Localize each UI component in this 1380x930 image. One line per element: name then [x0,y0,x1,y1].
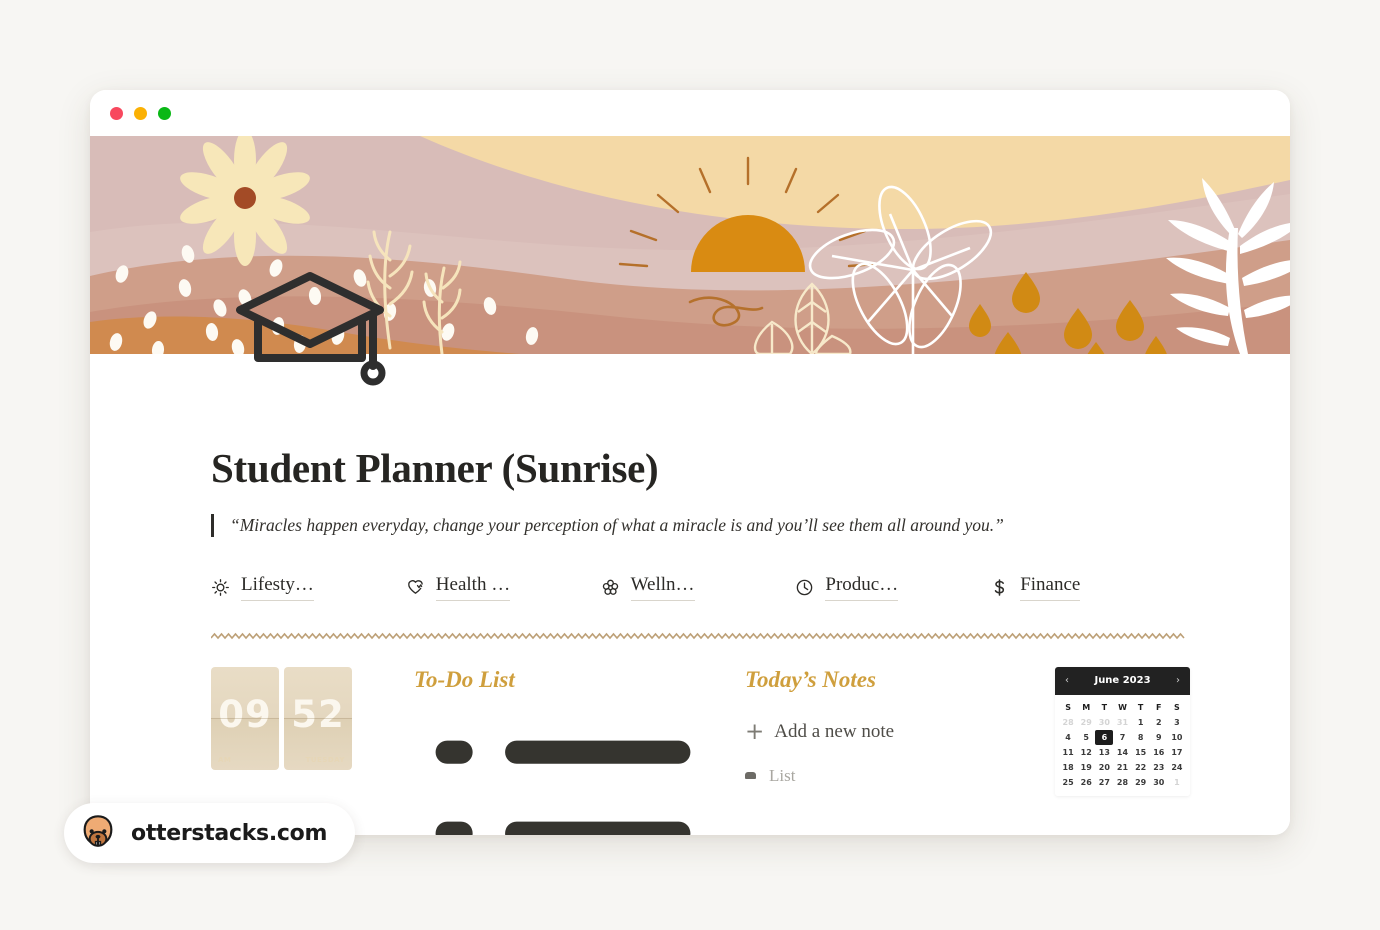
calendar-weekday: M [1082,702,1091,712]
plus-icon: + [745,718,765,745]
nav-item-health[interactable]: Health … [406,574,601,601]
calendar-weekday: F [1156,702,1162,712]
calendar-day[interactable]: 12 [1077,745,1095,760]
calendar-day[interactable]: 30 [1095,715,1113,730]
calendar-day-grid: 28 29 30 31 1 2 3 4 5 6 7 8 9 10 11 12 13 14 15 16 17 18 19 20 2… [1059,715,1186,790]
calendar-day[interactable]: 1 [1132,715,1150,730]
clock-minutes-card: 52 TUESDAY [284,666,352,770]
calendar-weekday: W [1118,702,1127,712]
nav-item-wellness[interactable]: Welln… [601,574,796,601]
list-view-icon[interactable] [424,729,702,835]
calendar-day[interactable]: 11 [1059,745,1077,760]
calendar-weekday: T [1101,702,1108,712]
window-maximize-button[interactable] [158,106,171,120]
chevron-right-icon[interactable]: › [1174,675,1182,686]
calendar-day[interactable]: 19 [1077,760,1095,775]
calendar-day[interactable]: 28 [1059,715,1077,730]
quote-text: “Miracles happen everyday, change your p… [230,515,1004,535]
nav-label: Health … [435,574,511,601]
calendar-weekday: T [1137,702,1144,712]
watermark-badge: otterstacks.com [64,803,356,863]
nav-item-productivity[interactable]: Produc… [795,574,990,601]
todo-heading: To-Do List [414,666,515,692]
graduation-cap-icon [230,266,390,396]
calendar-day[interactable]: 20 [1095,760,1113,775]
notes-heading: Today’s Notes [745,666,876,692]
flower-cluster-icon [601,578,620,597]
clock-hours: 09 [218,692,272,736]
add-note-label: Add a new note [774,721,895,743]
calendar-day[interactable]: 22 [1132,760,1150,775]
clock-weekday: TUESDAY [305,755,345,764]
sun-icon [211,578,230,597]
calendar-day[interactable]: 13 [1095,745,1113,760]
window-close-button[interactable] [110,106,123,120]
widgets-row: 09 AM 52 TUESDAY To-Do List Today’s Note… [211,666,1190,835]
calendar-day[interactable]: 21 [1113,760,1131,775]
todo-toolbar [414,729,702,835]
calendar-weekday-row: SMTWTFS [1059,700,1186,715]
calendar-day[interactable]: 8 [1132,730,1150,745]
calendar-weekday: S [1065,702,1071,712]
page-content: Student Planner (Sunrise) “Miracles happ… [90,272,1290,835]
calendar-day[interactable]: 15 [1132,745,1150,760]
calendar-day[interactable]: 10 [1168,730,1186,745]
calendar-day[interactable]: 5 [1077,730,1095,745]
clock-meridiem: AM [218,755,232,764]
wavy-divider [211,631,1185,641]
calendar-body: SMTWTFS 28 29 30 31 1 2 3 4 5 6 7 8 9 10 11 12 13 14 15 16 1… [1055,694,1190,796]
clock-minutes: 52 [291,692,345,736]
browser-window: Student Planner (Sunrise) “Miracles happ… [90,90,1290,835]
calendar-day[interactable]: 25 [1059,775,1077,790]
todo-section: To-Do List [414,667,702,835]
calendar-weekday: S [1174,702,1180,712]
calendar-day[interactable]: 17 [1168,745,1186,760]
calendar-day[interactable]: 9 [1150,730,1168,745]
calendar-day[interactable]: 3 [1168,715,1186,730]
add-note-button[interactable]: + Add a new note [745,718,995,745]
nav-item-finance[interactable]: Finance [990,574,1185,601]
bullet-icon [745,772,756,780]
calendar-day[interactable]: 1 [1168,775,1186,790]
watermark-text: otterstacks.com [131,820,328,846]
nav-label: Welln… [630,574,695,601]
nav-label: Finance [1020,574,1081,601]
note-list-item[interactable]: List [745,766,995,786]
calendar-day-selected[interactable]: 6 [1095,729,1114,745]
calendar-header: ‹ June 2023 › [1055,666,1190,695]
notes-section: Today’s Notes + Add a new note List [745,667,995,786]
calendar-day[interactable]: 31 [1113,715,1131,730]
calendar-day[interactable]: 4 [1059,730,1077,745]
calendar-day[interactable]: 7 [1113,730,1131,745]
otter-face-logo [78,813,118,853]
chevron-left-icon[interactable]: ‹ [1063,675,1071,686]
calendar-day[interactable]: 23 [1150,760,1168,775]
heart-pulse-icon [406,578,425,597]
calendar-day[interactable]: 28 [1113,775,1131,790]
quote-block: “Miracles happen everyday, change your p… [211,514,1185,537]
calendar-widget: ‹ June 2023 › SMTWTFS 28 29 30 31 1 2 3 4 5 6 7 8 9 1… [1055,666,1190,796]
calendar-day[interactable]: 24 [1168,760,1186,775]
calendar-day[interactable]: 29 [1077,715,1095,730]
nav-label: Lifesty… [241,574,314,601]
calendar-day[interactable]: 16 [1150,745,1168,760]
window-titlebar [90,90,1290,136]
flip-clock-widget: 09 AM 52 TUESDAY [211,666,353,770]
calendar-month-title: June 2023 [1094,675,1151,687]
nav-item-lifestyle[interactable]: Lifesty… [211,574,406,601]
window-minimize-button[interactable] [134,106,147,120]
nav-label: Produc… [825,574,899,601]
calendar-day[interactable]: 18 [1059,760,1077,775]
calendar-day[interactable]: 29 [1132,775,1150,790]
calendar-day[interactable]: 2 [1150,715,1168,730]
calendar-day[interactable]: 27 [1095,775,1113,790]
clock-icon [795,578,814,597]
calendar-day[interactable]: 30 [1150,775,1168,790]
note-item-label: List [769,765,796,785]
dollar-icon [990,578,1009,597]
calendar-day[interactable]: 14 [1113,745,1131,760]
clock-hours-card: 09 AM [211,666,279,770]
category-nav: Lifesty… Health … Welln… Produc… Finance [211,574,1185,601]
calendar-day[interactable]: 26 [1077,775,1095,790]
